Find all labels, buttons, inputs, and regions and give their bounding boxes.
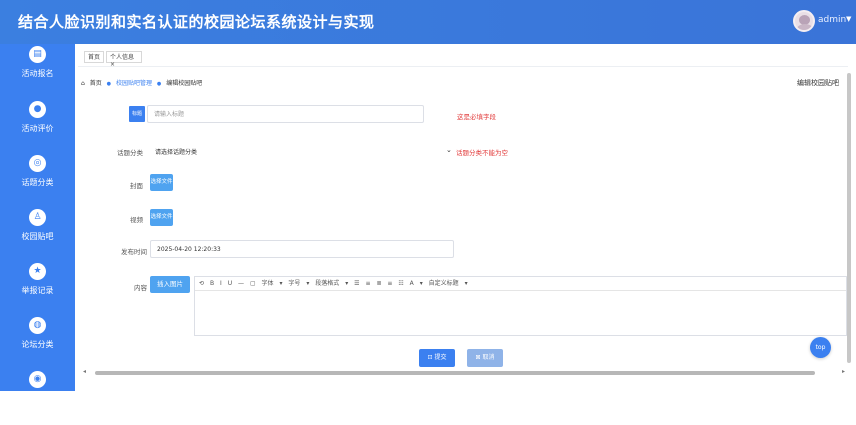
sidebar-item-report-records[interactable]: ★ 举报记录 (0, 263, 75, 317)
cover-label: 封面 (130, 182, 143, 190)
scroll-right-icon[interactable]: ▸ (842, 368, 845, 376)
chevron-down-icon[interactable]: ▾ (420, 280, 423, 287)
title-required-hint: 这是必填字段 (457, 113, 496, 121)
topic-required-hint: 话题分类不能为空 (456, 149, 508, 157)
sidebar-item-label: 论坛分类 (21, 340, 54, 349)
video-label: 视频 (130, 216, 143, 224)
thumb-icon: ◍ (29, 317, 46, 334)
sidebar-item-more[interactable]: ◉ (0, 371, 75, 425)
topic-label: 话题分类 (117, 149, 143, 157)
top-header: 结合人脸识别和实名认证的校园论坛系统设计与实现 admin ▼ (0, 0, 856, 44)
scrollbar-thumb[interactable] (95, 371, 815, 375)
chevron-down-icon[interactable]: ▾ (306, 280, 309, 287)
divider (78, 66, 848, 67)
breadcrumb-home[interactable]: 首页 (90, 80, 102, 87)
breadcrumb-section[interactable]: 校园贴吧管理 (116, 80, 152, 87)
align-right-icon[interactable]: ≣ (376, 280, 381, 287)
underline-button[interactable]: U (228, 280, 232, 287)
chevron-down-icon[interactable]: ▾ (279, 280, 282, 287)
chevron-down-icon[interactable]: ▼ (846, 15, 851, 23)
cancel-label: 取消 (482, 354, 495, 361)
doc-icon: ▤ (29, 46, 46, 63)
bold-button[interactable]: B (210, 280, 214, 287)
sidebar-item-label: 活动报名 (21, 69, 54, 78)
sidebar-item-activity-signup[interactable]: ▤ 活动报名 (0, 46, 75, 100)
cover-file-button[interactable]: 选择文件 (150, 174, 173, 191)
back-to-top-button[interactable]: top (810, 337, 831, 358)
scroll-left-icon[interactable]: ◂ (83, 368, 86, 376)
font-select[interactable]: 字体 (262, 280, 274, 287)
user-icon: ♙ (29, 209, 46, 226)
dot-icon: ● (106, 81, 112, 87)
eye-icon: ◉ (29, 371, 46, 388)
topic-select[interactable]: 请选择话题分类 (155, 147, 197, 156)
insert-image-button[interactable]: 插入图片 (150, 276, 190, 293)
code-icon[interactable]: ⟲ (199, 280, 204, 287)
chevron-down-icon[interactable]: ⌄ (446, 146, 452, 154)
tab-profile[interactable]: 个人信息× (106, 51, 142, 68)
sidebar-item-activity-review[interactable]: ● 活动评价 (0, 101, 75, 155)
hr-button[interactable]: — (238, 280, 244, 287)
sidebar-item-campus-forum[interactable]: ♙ 校园贴吧 (0, 209, 75, 263)
time-label: 发布时间 (121, 248, 147, 256)
chevron-down-icon[interactable]: ▾ (345, 280, 348, 287)
dot-icon: ● (156, 81, 162, 87)
breadcrumb-current: 编辑校园贴吧 (166, 80, 203, 87)
sidebar-item-label: 活动评价 (21, 124, 54, 133)
home-icon[interactable]: ⌂ (81, 80, 85, 87)
sidebar-item-label: 举报记录 (21, 286, 54, 295)
sidebar: ▤ 活动报名 ● 活动评价 ◎ 话题分类 ♙ 校园贴吧 ★ 举报记录 ◍ 论坛分… (0, 44, 75, 391)
user-avatar[interactable] (793, 10, 815, 32)
rich-text-editor[interactable]: ⟲ B I U — ▢ 字体 ▾ 字号 ▾ 段落格式 ▾ ☰ ≡ ≣ ≡ ☷ A… (194, 276, 847, 336)
align-left-icon[interactable]: ☰ (354, 280, 359, 287)
sidebar-item-forum-category[interactable]: ◍ 论坛分类 (0, 317, 75, 371)
scrollbar-thumb[interactable] (847, 73, 851, 363)
time-input[interactable]: 2025-04-20 12:20:33 (150, 240, 454, 258)
horizontal-scrollbar[interactable]: ◂ ▸ (83, 368, 845, 376)
sidebar-item-label: 校园贴吧 (21, 232, 54, 241)
tag-icon: ◎ (29, 155, 46, 172)
tab-home[interactable]: 首页 (84, 51, 104, 63)
title-input[interactable]: 请输入标题 (147, 105, 424, 123)
content-label: 内容 (134, 284, 147, 292)
paragraph-select[interactable]: 段落格式 (315, 280, 339, 287)
title-badge: 标题 (129, 106, 145, 122)
sidebar-item-label: 话题分类 (21, 178, 54, 187)
align-center-icon[interactable]: ≡ (365, 280, 370, 287)
italic-button[interactable]: I (220, 280, 222, 287)
comment-icon: ● (29, 101, 46, 118)
list-icon[interactable]: ☷ (398, 280, 403, 287)
submit-label: 提交 (434, 354, 447, 361)
star-icon: ★ (29, 263, 46, 280)
cancel-button[interactable]: ⊠ 取消 (467, 349, 503, 367)
user-name[interactable]: admin (818, 15, 846, 25)
align-justify-icon[interactable]: ≡ (387, 280, 392, 287)
custom-title-select[interactable]: 自定义标题 (429, 280, 459, 287)
sidebar-item-topic-category[interactable]: ◎ 话题分类 (0, 155, 75, 209)
table-icon[interactable]: ▢ (250, 280, 256, 287)
font-color-button[interactable]: A (410, 280, 414, 287)
editor-toolbar: ⟲ B I U — ▢ 字体 ▾ 字号 ▾ 段落格式 ▾ ☰ ≡ ≣ ≡ ☷ A… (195, 277, 846, 291)
video-file-button[interactable]: 选择文件 (150, 209, 173, 226)
submit-button[interactable]: ⊡ 提交 (419, 349, 455, 367)
vertical-scrollbar[interactable] (846, 66, 852, 368)
chevron-down-icon[interactable]: ▾ (465, 280, 468, 287)
app-title: 结合人脸识别和实名认证的校园论坛系统设计与实现 (18, 13, 375, 31)
size-select[interactable]: 字号 (288, 280, 300, 287)
breadcrumb: ⌂ 首页 ● 校园贴吧管理 ● 编辑校园贴吧 (81, 78, 205, 87)
page-title: 编辑校园贴吧 (797, 79, 839, 87)
